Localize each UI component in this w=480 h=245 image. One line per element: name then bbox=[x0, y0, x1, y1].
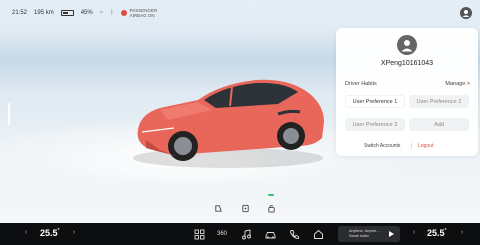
user-preference-1-button[interactable]: User Preference 1 bbox=[345, 95, 405, 108]
battery-percent: 45% bbox=[80, 10, 93, 16]
add-preference-button[interactable]: Add bbox=[409, 118, 469, 131]
range: 195 km bbox=[34, 10, 54, 16]
bluetooth-icon: ᛒ bbox=[110, 10, 114, 16]
left-temp-up-button[interactable]: › bbox=[73, 229, 75, 236]
profile-avatar[interactable] bbox=[397, 35, 417, 55]
left-temperature: 25.5° bbox=[40, 228, 60, 238]
music-artist: Sarah Adler bbox=[349, 234, 369, 238]
play-icon[interactable] bbox=[389, 231, 394, 237]
account-avatar-button[interactable] bbox=[460, 7, 472, 19]
door-open-icon[interactable] bbox=[213, 203, 223, 213]
music-mini-player[interactable]: Anytime, Anywh… Sarah Adler bbox=[338, 226, 400, 242]
charge-port-icon[interactable] bbox=[240, 203, 250, 213]
right-temperature: 25.5° bbox=[427, 228, 447, 238]
apps-grid-icon[interactable] bbox=[193, 228, 205, 240]
user-preference-2-button[interactable]: User Preference 2 bbox=[409, 95, 469, 108]
airbag-status: PASSENGER AIRBAG ON bbox=[120, 8, 157, 18]
status-bar: 21:52 195 km 45% ≈ ᛒ PASSENGER AIRBAG ON bbox=[12, 6, 157, 20]
divider bbox=[411, 143, 412, 149]
car-model-image[interactable] bbox=[128, 70, 328, 170]
user-profile-panel: XPeng10161043 Driver Habits Manage > Use… bbox=[336, 28, 478, 156]
wifi-icon: ≈ bbox=[99, 10, 104, 16]
airbag-line-2: AIRBAG ON bbox=[129, 13, 155, 18]
driver-habits-label: Driver Habits bbox=[345, 81, 377, 87]
left-temp-down-button[interactable]: ‹ bbox=[25, 229, 27, 236]
music-note-icon[interactable] bbox=[240, 228, 252, 240]
right-temp-up-button[interactable]: › bbox=[461, 229, 463, 236]
clock: 21:52 bbox=[12, 10, 28, 16]
user-icon bbox=[462, 10, 470, 17]
user-icon bbox=[401, 40, 413, 52]
lock-icon[interactable] bbox=[266, 203, 276, 213]
username: XPeng10161043 bbox=[380, 60, 434, 67]
home-icon[interactable] bbox=[312, 228, 324, 240]
side-drawer-handle[interactable] bbox=[8, 103, 10, 125]
360-view-icon[interactable]: 360 bbox=[216, 228, 228, 240]
airbag-icon bbox=[120, 10, 127, 16]
active-indicator bbox=[268, 194, 274, 196]
music-title: Anytime, Anywh… bbox=[349, 229, 380, 233]
right-temp-down-button[interactable]: ‹ bbox=[413, 229, 415, 236]
user-preference-3-button[interactable]: User Preference 3 bbox=[345, 118, 405, 131]
bottom-dock: ‹ 25.5° › 360 Anytime, Anywh… Sarah Adle… bbox=[0, 223, 480, 245]
manage-link[interactable]: Manage > bbox=[445, 81, 470, 87]
phone-icon[interactable] bbox=[288, 228, 300, 240]
vehicle-scene: 21:52 195 km 45% ≈ ᛒ PASSENGER AIRBAG ON bbox=[0, 0, 480, 223]
logout-link[interactable]: Logout bbox=[418, 143, 433, 149]
switch-accounts-link[interactable]: Switch Accounts bbox=[364, 143, 400, 149]
car-icon[interactable] bbox=[264, 228, 276, 240]
battery-icon bbox=[60, 10, 74, 16]
